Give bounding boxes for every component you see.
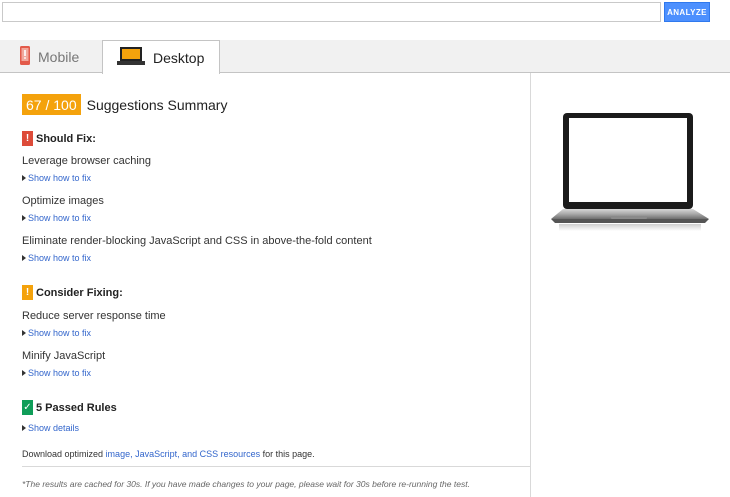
divider [22, 466, 530, 467]
alert-icon: ! [22, 131, 33, 146]
triangle-right-icon [22, 255, 26, 261]
score-badge: 67 / 100 [22, 94, 81, 115]
rule-item: Reduce server response time [22, 310, 166, 322]
should-fix-heading: ! Should Fix: [22, 131, 96, 146]
triangle-right-icon [22, 175, 26, 181]
summary-title: Suggestions Summary [86, 96, 228, 113]
triangle-right-icon [22, 215, 26, 221]
show-how-to-fix-link[interactable]: Show how to fix [22, 328, 91, 338]
suggestions-summary: 67 / 100 Suggestions Summary [22, 94, 227, 115]
analyze-button[interactable]: ANALYZE [664, 2, 710, 22]
consider-fixing-heading: ! Consider Fixing: [22, 285, 123, 300]
passed-rules-heading: ✓ 5 Passed Rules [22, 400, 117, 415]
rule-item: Eliminate render-blocking JavaScript and… [22, 235, 372, 247]
show-how-to-fix-link[interactable]: Show how to fix [22, 173, 91, 183]
download-resources-link[interactable]: image, JavaScript, and CSS resources [106, 449, 261, 459]
mobile-phone-icon [20, 45, 30, 68]
cache-note: *The results are cached for 30s. If you … [22, 479, 470, 489]
triangle-right-icon [22, 330, 26, 336]
rule-item: Leverage browser caching [22, 155, 152, 167]
show-how-to-fix-link[interactable]: Show how to fix [22, 213, 91, 223]
show-details-link[interactable]: Show details [22, 423, 79, 433]
tab-desktop-label: Desktop [153, 49, 205, 66]
triangle-right-icon [22, 370, 26, 376]
triangle-right-icon [22, 425, 26, 431]
download-resources: Download optimized image, JavaScript, an… [22, 449, 315, 459]
tab-desktop[interactable]: Desktop [102, 40, 220, 74]
show-how-to-fix-link[interactable]: Show how to fix [22, 253, 91, 263]
rule-item: Optimize images [22, 195, 104, 207]
tab-mobile[interactable]: Mobile [0, 40, 100, 73]
laptop-preview-image [549, 113, 711, 236]
device-tabs: Mobile Desktop [0, 40, 730, 74]
top-toolbar: ANALYZE [0, 0, 730, 40]
screenshot-preview-panel [532, 73, 730, 497]
rule-item: Minify JavaScript [22, 350, 106, 362]
url-input[interactable] [2, 2, 661, 22]
checkmark-icon: ✓ [22, 400, 33, 415]
tab-mobile-label: Mobile [38, 48, 80, 65]
desktop-monitor-icon [117, 47, 145, 68]
show-how-to-fix-link[interactable]: Show how to fix [22, 368, 91, 378]
warning-icon: ! [22, 285, 33, 300]
results-panel: 67 / 100 Suggestions Summary ! Should Fi… [0, 73, 531, 497]
